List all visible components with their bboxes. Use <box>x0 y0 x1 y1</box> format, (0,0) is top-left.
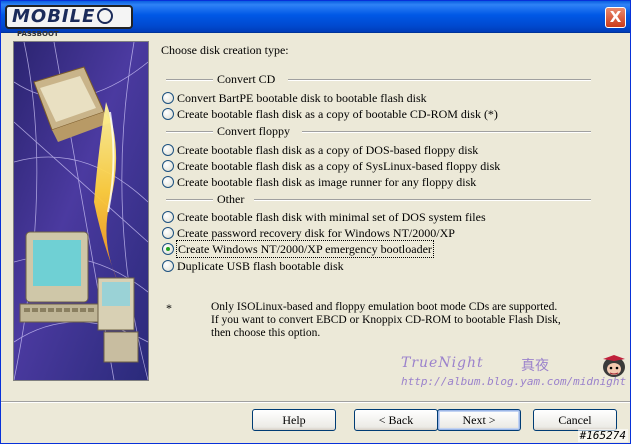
note-line: Only ISOLinux-based and floppy emulation… <box>211 301 558 313</box>
image-id-tag: #165274 <box>577 429 628 442</box>
footer-divider <box>1 401 630 403</box>
back-button[interactable]: < Back <box>354 409 438 431</box>
option-label[interactable]: Create Windows NT/2000/XP emergency boot… <box>176 240 434 258</box>
group-divider <box>288 79 591 81</box>
watermark-chinese: 真夜 <box>521 358 549 374</box>
option-label[interactable]: Create bootable flash disk with minimal … <box>177 209 486 225</box>
section-other: Other <box>166 192 591 206</box>
note-text: Only ISOLinux-based and floppy emulation… <box>211 301 591 340</box>
note-marker: * <box>166 301 172 315</box>
logo-disc-icon <box>97 8 114 24</box>
illustration-art <box>13 41 149 381</box>
page-prompt: Choose disk creation type: <box>161 43 289 57</box>
mascot-icon <box>603 355 625 377</box>
help-button[interactable]: Help <box>252 409 336 431</box>
cancel-button[interactable]: Cancel <box>533 409 617 431</box>
watermark-url: http://album.blog.yam.com/midnight <box>401 375 627 388</box>
option-label[interactable]: Create bootable flash disk as image runn… <box>177 174 476 190</box>
group-divider <box>302 131 591 133</box>
option-label[interactable]: Duplicate USB flash bootable disk <box>177 258 344 274</box>
option-label[interactable]: Create password recovery disk for Window… <box>177 225 455 241</box>
group-divider <box>254 199 591 201</box>
group-label: Convert CD <box>217 72 276 86</box>
main-content: Choose disk creation type: Convert CD Co… <box>161 1 626 401</box>
wizard-illustration <box>13 41 149 381</box>
option-label[interactable]: Convert BartPE bootable disk to bootable… <box>177 90 427 106</box>
radio-button[interactable] <box>162 108 174 120</box>
radio-button[interactable] <box>162 227 174 239</box>
radio-button[interactable] <box>162 211 174 223</box>
section-convert-cd: Convert CD <box>166 72 591 86</box>
note-line: If you want to convert EBCD or Knoppix C… <box>211 314 561 326</box>
group-divider <box>166 131 213 133</box>
wizard-window: MOBILE PASSBOOT X Choose disk creation t… <box>0 0 631 444</box>
watermark-name: TrueNight <box>401 355 484 371</box>
next-button[interactable]: Next > <box>437 409 521 431</box>
radio-button[interactable] <box>162 92 174 104</box>
radio-button[interactable] <box>162 160 174 172</box>
radio-button[interactable] <box>162 144 174 156</box>
radio-button[interactable] <box>162 176 174 188</box>
option-label[interactable]: Create bootable flash disk as a copy of … <box>177 106 498 122</box>
group-label: Other <box>217 192 245 206</box>
section-convert-floppy: Convert floppy <box>166 124 591 138</box>
group-label: Convert floppy <box>217 124 290 138</box>
group-divider <box>166 199 213 201</box>
note-line: then choose this option. <box>211 327 321 339</box>
logo-text: MOBILE <box>12 6 96 27</box>
radio-button-selected[interactable] <box>162 243 174 255</box>
radio-button[interactable] <box>162 260 174 272</box>
option-label[interactable]: Create bootable flash disk as a copy of … <box>177 142 478 158</box>
app-logo: MOBILE PASSBOOT <box>5 5 133 38</box>
option-label[interactable]: Create bootable flash disk as a copy of … <box>177 158 500 174</box>
group-divider <box>166 79 213 81</box>
watermark: TrueNight 真夜 http://album.blog.yam.com/m… <box>401 351 630 395</box>
